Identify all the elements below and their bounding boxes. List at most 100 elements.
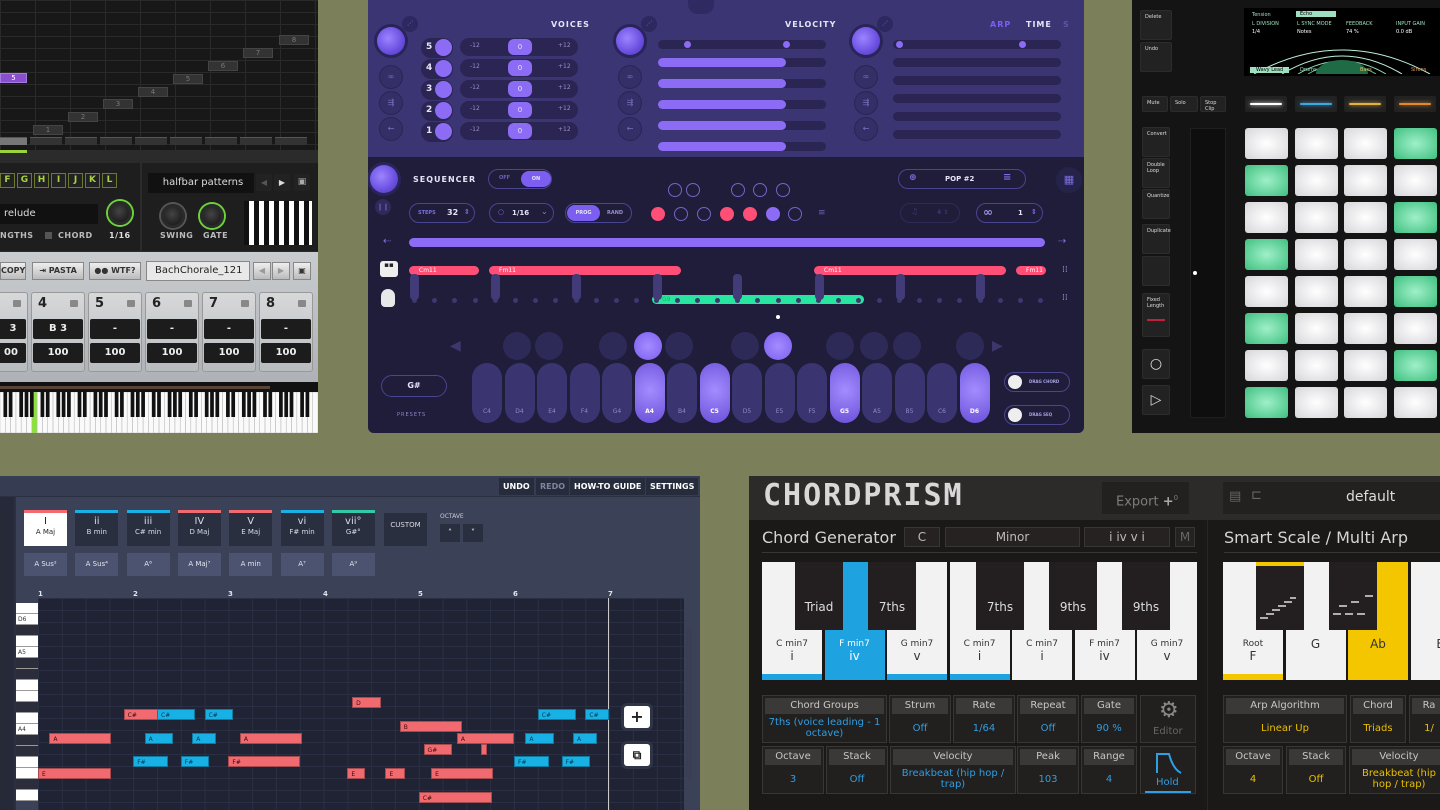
quantize-button[interactable]: Quantize [1142,189,1170,219]
chord-type-key[interactable]: 7ths [976,562,1024,630]
step-dot[interactable] [593,298,599,303]
note-block[interactable]: A [144,732,174,744]
note-block[interactable]: B [399,720,462,732]
velocity-slider[interactable] [658,121,826,130]
editor-button[interactable]: ⚙ Editor [1140,695,1196,743]
arrow-left-icon[interactable]: ⇠ [383,236,391,247]
param-cell[interactable]: Strum Off [889,695,951,743]
step-trigger[interactable] [170,137,202,145]
pad[interactable] [1393,313,1437,344]
step-trigger[interactable] [240,137,272,145]
note-block[interactable]: C# [204,708,234,720]
velocity-slider[interactable] [658,142,826,151]
hold-button[interactable]: Hold [1140,746,1196,794]
param-cell[interactable]: Peak 103 [1017,746,1079,794]
piano-roll[interactable]: D C# C# C# C# C# B A A A A A A A G# F# F# F# F# F# E E E E C# + … [38,598,692,810]
black-key[interactable] [247,392,251,417]
pad[interactable] [1344,276,1387,307]
velocity-range-slider[interactable] [658,40,826,49]
note-key[interactable]: F5 [797,363,827,423]
velocity-field[interactable]: 100 [204,343,254,363]
pattern-dot[interactable] [674,207,688,221]
velocity-field[interactable]: 100 [90,343,140,363]
black-key[interactable] [29,392,34,417]
black-key[interactable] [93,392,98,417]
step-dot[interactable] [917,298,922,303]
pad[interactable] [1393,350,1437,381]
pattern-dot[interactable] [788,207,802,221]
piano-key[interactable] [16,702,38,713]
lock-icon[interactable] [70,300,78,307]
note-key[interactable]: D4 [504,363,535,423]
pad[interactable] [1393,165,1437,196]
black-key[interactable] [194,392,198,417]
pad[interactable] [1245,202,1288,233]
black-key-bubble[interactable] [826,332,854,360]
settings-button[interactable]: SETTINGS [646,478,699,495]
track-strip[interactable] [1295,96,1337,112]
note-block[interactable]: D [352,696,381,708]
swing-knob[interactable] [161,204,185,228]
randomize-icon[interactable]: ⋰ [402,16,418,32]
pattern-dot[interactable] [753,183,767,197]
black-key[interactable] [188,392,193,417]
step-trigger[interactable] [65,137,97,145]
pattern-dot[interactable] [651,207,665,221]
note-key[interactable]: G5 [829,363,860,423]
black-key-bubble[interactable] [860,332,888,360]
note-block[interactable]: C# [585,708,610,720]
pad[interactable] [1245,276,1288,307]
note-key[interactable]: E5 [764,363,795,423]
link-icon[interactable]: ∞ [619,66,641,88]
param-value[interactable]: 1/64 [956,716,1012,740]
mute-button[interactable]: Mute [1142,96,1168,112]
param-cell[interactable]: Range 4 [1081,746,1137,794]
chord-type-key[interactable]: 9ths [1049,562,1097,630]
letter-button[interactable]: L [102,173,117,188]
pad[interactable] [1245,387,1288,418]
arp-pattern-key[interactable] [1256,562,1304,630]
step-dot[interactable] [533,298,539,303]
drag-chord-button[interactable]: DRAG CHORD [1004,372,1070,392]
step-dot[interactable] [452,298,458,303]
prev-preset-button[interactable]: ◀ [253,262,271,280]
piano-key[interactable] [16,680,38,691]
note-block[interactable]: F# [228,756,300,768]
pattern-dot[interactable] [668,183,682,197]
black-key-bubble[interactable] [665,332,693,360]
black-key[interactable] [284,392,289,417]
param-value[interactable]: 1/ [1412,716,1440,740]
note-block[interactable]: E [431,768,494,780]
velocity-slider[interactable] [658,58,826,67]
back-icon[interactable]: ← [619,118,641,140]
note-block[interactable]: A [456,732,514,744]
step-trigger[interactable] [205,137,237,145]
pad[interactable] [1294,128,1338,159]
black-key[interactable] [45,392,50,417]
note-key[interactable]: C4 [472,363,502,423]
black-key-bubble[interactable] [764,332,792,360]
time-macro-knob[interactable] [852,27,880,55]
lock-icon[interactable] [298,300,306,307]
velocity-slider[interactable] [658,79,826,88]
param-cell[interactable]: Chord Groups 7ths (voice leading - 1 octa… [762,695,887,743]
piano-key[interactable] [16,691,38,702]
folder-icon[interactable]: ⊏ [1251,488,1262,503]
chord-type-key[interactable]: 7ths [868,562,916,630]
note-block[interactable]: C# [418,792,493,803]
copy-icon[interactable]: ⧉ [624,744,650,766]
voice-dot[interactable] [435,39,452,56]
pad[interactable] [1245,128,1288,159]
wtf-button[interactable]: ●● WTF? [89,262,141,280]
step-note[interactable]: 6 [208,61,238,71]
note-block[interactable]: A [239,732,302,744]
note-key[interactable]: F4 [569,363,600,423]
black-key[interactable] [19,392,24,417]
note-block[interactable]: F# [133,756,169,768]
next-preset-button[interactable]: ▶ [272,262,290,280]
param-cell[interactable]: Stack Off [826,746,888,794]
save-icon[interactable]: ▤ [1229,489,1241,504]
voice-dot[interactable] [435,81,452,98]
pad[interactable] [1393,387,1437,418]
stepper-icon[interactable]: ⇕ [464,208,470,216]
